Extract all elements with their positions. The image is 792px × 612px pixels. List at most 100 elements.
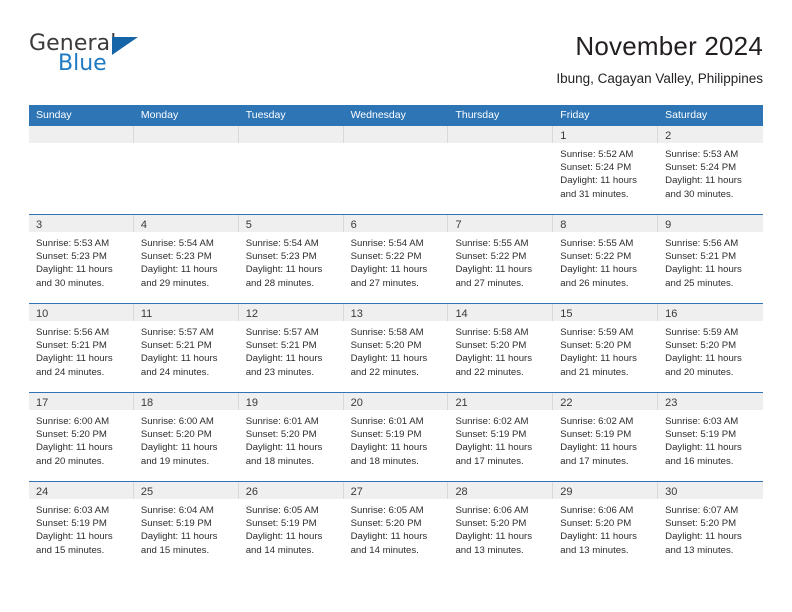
- day-details: Sunrise: 6:05 AM Sunset: 5:19 PM Dayligh…: [239, 499, 344, 557]
- daylight-text-line1: Daylight: 11 hours: [455, 353, 533, 365]
- day-cell[interactable]: 8 Sunrise: 5:55 AM Sunset: 5:22 PM Dayli…: [553, 215, 659, 303]
- daylight-text-line2: and 27 minutes.: [455, 277, 524, 289]
- daylight-text-line2: and 15 minutes.: [140, 544, 210, 556]
- day-details: Sunrise: 5:56 AM Sunset: 5:21 PM Dayligh…: [29, 321, 134, 379]
- day-details: Sunrise: 6:06 AM Sunset: 5:20 PM Dayligh…: [553, 499, 658, 557]
- day-details: Sunrise: 5:59 AM Sunset: 5:20 PM Dayligh…: [553, 321, 658, 379]
- day-cell[interactable]: [29, 126, 134, 214]
- weekday-header-saturday: Saturday: [665, 109, 708, 121]
- day-number-band: 30: [658, 482, 764, 499]
- day-cell[interactable]: [238, 126, 344, 214]
- daylight-text-line1: Daylight: 11 hours: [665, 264, 742, 276]
- daylight-text-line2: and 30 minutes.: [36, 277, 105, 289]
- day-cell[interactable]: 19 Sunrise: 6:01 AM Sunset: 5:20 PM Dayl…: [238, 393, 344, 481]
- daylight-text-line2: and 13 minutes.: [665, 544, 734, 556]
- day-number-band: 2: [658, 126, 764, 143]
- day-cell[interactable]: 11 Sunrise: 5:57 AM Sunset: 5:21 PM Dayl…: [133, 304, 239, 392]
- day-number: 30: [665, 486, 678, 498]
- day-cell[interactable]: 25 Sunrise: 6:04 AM Sunset: 5:19 PM Dayl…: [133, 482, 239, 570]
- day-details: Sunrise: 6:00 AM Sunset: 5:20 PM Dayligh…: [29, 410, 134, 468]
- sunset-text: Sunset: 5:20 PM: [36, 429, 107, 441]
- daylight-text-line2: and 14 minutes.: [245, 544, 314, 556]
- sunrise-text: Sunrise: 5:53 AM: [36, 238, 110, 249]
- day-number: 25: [140, 486, 154, 498]
- sunrise-text: Sunrise: 5:54 AM: [140, 238, 214, 249]
- day-number-band: 27: [343, 482, 449, 499]
- day-cell[interactable]: 5 Sunrise: 5:54 AM Sunset: 5:23 PM Dayli…: [238, 215, 344, 303]
- day-number-band: 7: [448, 215, 554, 232]
- day-cell[interactable]: 16 Sunrise: 5:59 AM Sunset: 5:20 PM Dayl…: [658, 304, 764, 392]
- day-cell[interactable]: [343, 126, 449, 214]
- sunset-text: Sunset: 5:24 PM: [560, 162, 632, 174]
- day-cell[interactable]: 14 Sunrise: 5:58 AM Sunset: 5:20 PM Dayl…: [448, 304, 554, 392]
- brand-logo[interactable]: General Blue: [29, 31, 159, 81]
- sunset-text: Sunset: 5:20 PM: [665, 518, 737, 530]
- day-number: 1: [560, 130, 567, 142]
- daylight-text-line1: Daylight: 11 hours: [560, 264, 637, 276]
- day-cell[interactable]: 1 Sunrise: 5:52 AM Sunset: 5:24 PM Dayli…: [553, 126, 659, 214]
- day-number: 26: [245, 486, 258, 498]
- sunrise-text: Sunrise: 5:54 AM: [245, 238, 319, 249]
- day-cell[interactable]: 13 Sunrise: 5:58 AM Sunset: 5:20 PM Dayl…: [343, 304, 449, 392]
- day-number-band: 29: [553, 482, 659, 499]
- day-cell[interactable]: 17 Sunrise: 6:00 AM Sunset: 5:20 PM Dayl…: [29, 393, 134, 481]
- day-number-band: [448, 126, 554, 143]
- day-cell[interactable]: 3 Sunrise: 5:53 AM Sunset: 5:23 PM Dayli…: [29, 215, 134, 303]
- day-details: Sunrise: 6:00 AM Sunset: 5:20 PM Dayligh…: [134, 410, 239, 468]
- day-number: 19: [245, 397, 258, 409]
- day-number-band: 5: [238, 215, 344, 232]
- sunrise-text: Sunrise: 6:07 AM: [665, 505, 739, 516]
- day-cell[interactable]: 26 Sunrise: 6:05 AM Sunset: 5:19 PM Dayl…: [238, 482, 344, 570]
- day-cell[interactable]: 21 Sunrise: 6:02 AM Sunset: 5:19 PM Dayl…: [448, 393, 554, 481]
- day-cell[interactable]: 7 Sunrise: 5:55 AM Sunset: 5:22 PM Dayli…: [448, 215, 554, 303]
- calendar-grid: Sunday Monday Tuesday Wednesday Thursday…: [29, 105, 764, 570]
- day-cell[interactable]: 22 Sunrise: 6:02 AM Sunset: 5:19 PM Dayl…: [553, 393, 659, 481]
- daylight-text-line1: Daylight: 11 hours: [140, 264, 218, 276]
- day-cell[interactable]: 24 Sunrise: 6:03 AM Sunset: 5:19 PM Dayl…: [29, 482, 134, 570]
- day-cell[interactable]: 29 Sunrise: 6:06 AM Sunset: 5:20 PM Dayl…: [553, 482, 659, 570]
- day-number-band: [29, 126, 134, 143]
- day-number: 8: [560, 219, 567, 231]
- daylight-text-line1: Daylight: 11 hours: [455, 531, 533, 543]
- daylight-text-line2: and 23 minutes.: [245, 366, 314, 378]
- weekday-header-monday: Monday: [140, 109, 179, 121]
- day-cell[interactable]: 10 Sunrise: 5:56 AM Sunset: 5:21 PM Dayl…: [29, 304, 134, 392]
- day-number: 2: [665, 130, 672, 142]
- day-cell[interactable]: 2 Sunrise: 5:53 AM Sunset: 5:24 PM Dayli…: [658, 126, 764, 214]
- day-number: 20: [350, 397, 363, 409]
- day-cell[interactable]: 6 Sunrise: 5:54 AM Sunset: 5:22 PM Dayli…: [343, 215, 449, 303]
- day-cell[interactable]: 30 Sunrise: 6:07 AM Sunset: 5:20 PM Dayl…: [658, 482, 764, 570]
- brand-name-bottom: Blue: [58, 51, 107, 76]
- page-subtitle: Ibung, Cagayan Valley, Philippines: [556, 70, 763, 86]
- day-cell[interactable]: 18 Sunrise: 6:00 AM Sunset: 5:20 PM Dayl…: [133, 393, 239, 481]
- daylight-text-line2: and 22 minutes.: [350, 366, 419, 378]
- daylight-text-line2: and 14 minutes.: [350, 544, 419, 556]
- day-number-band: 1: [553, 126, 659, 143]
- day-cell[interactable]: 9 Sunrise: 5:56 AM Sunset: 5:21 PM Dayli…: [658, 215, 764, 303]
- day-cell[interactable]: 23 Sunrise: 6:03 AM Sunset: 5:19 PM Dayl…: [658, 393, 764, 481]
- day-number-band: 20: [343, 393, 449, 410]
- daylight-text-line1: Daylight: 11 hours: [665, 531, 742, 543]
- daylight-text-line1: Daylight: 11 hours: [36, 264, 113, 276]
- day-cell[interactable]: [448, 126, 554, 214]
- day-cell[interactable]: 27 Sunrise: 6:05 AM Sunset: 5:20 PM Dayl…: [343, 482, 449, 570]
- day-cell[interactable]: 28 Sunrise: 6:06 AM Sunset: 5:20 PM Dayl…: [448, 482, 554, 570]
- week-row: 1 Sunrise: 5:52 AM Sunset: 5:24 PM Dayli…: [29, 125, 764, 214]
- daylight-text-line1: Daylight: 11 hours: [560, 175, 637, 187]
- day-details: Sunrise: 5:55 AM Sunset: 5:22 PM Dayligh…: [553, 232, 658, 290]
- daylight-text-line1: Daylight: 11 hours: [560, 531, 637, 543]
- day-number: 23: [665, 397, 678, 409]
- daylight-text-line2: and 31 minutes.: [560, 188, 629, 200]
- daylight-text-line2: and 24 minutes.: [140, 366, 210, 378]
- sunset-text: Sunset: 5:20 PM: [350, 518, 422, 530]
- day-cell[interactable]: 12 Sunrise: 5:57 AM Sunset: 5:21 PM Dayl…: [238, 304, 344, 392]
- day-number-band: 13: [343, 304, 449, 321]
- day-cell[interactable]: 20 Sunrise: 6:01 AM Sunset: 5:19 PM Dayl…: [343, 393, 449, 481]
- daylight-text-line1: Daylight: 11 hours: [245, 264, 323, 276]
- day-number: 15: [560, 308, 573, 320]
- day-cell[interactable]: 4 Sunrise: 5:54 AM Sunset: 5:23 PM Dayli…: [133, 215, 239, 303]
- day-cell[interactable]: 15 Sunrise: 5:59 AM Sunset: 5:20 PM Dayl…: [553, 304, 659, 392]
- day-cell[interactable]: [133, 126, 239, 214]
- day-details: Sunrise: 5:57 AM Sunset: 5:21 PM Dayligh…: [134, 321, 239, 379]
- day-number: 4: [140, 219, 147, 231]
